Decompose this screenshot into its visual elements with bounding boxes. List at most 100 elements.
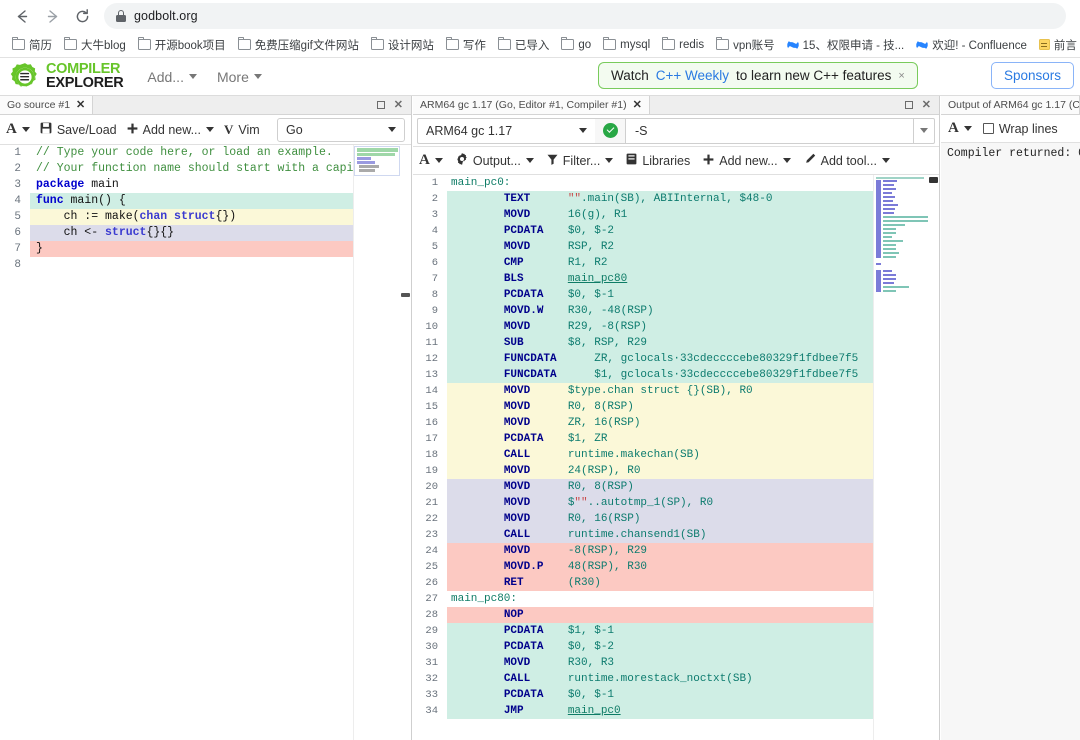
- editor-font-label: A: [6, 121, 17, 137]
- vim-toggle-button[interactable]: V Vim: [224, 122, 260, 138]
- bookmark-item[interactable]: 大牛blog: [58, 34, 132, 55]
- asm-code-line: 2 TEXT "" .main(SB), ABIInternal, $48-0: [413, 191, 939, 207]
- asm-mnemonic: MOVD: [503, 385, 531, 397]
- promo-banner[interactable]: Watch C++ Weekly to learn new C++ featur…: [598, 62, 918, 89]
- compiler-options-dropdown[interactable]: [913, 117, 935, 144]
- checkbox-icon: [982, 123, 994, 134]
- bookmark-item[interactable]: 免费压缩gif文件网站: [232, 34, 365, 55]
- bookmark-label: go: [578, 38, 592, 51]
- compiler-explorer-logo[interactable]: COMPILER EXPLORER: [10, 62, 124, 92]
- bookmark-item[interactable]: 简历: [6, 34, 58, 55]
- bookmark-item[interactable]: 开源book项目: [132, 34, 232, 55]
- gear-logo-icon: [10, 62, 37, 87]
- editor-font-button[interactable]: A: [6, 121, 30, 138]
- back-arrow-icon[interactable]: [8, 2, 36, 30]
- asm-code-line: 10 MOVD R29, -8(RSP): [413, 319, 939, 335]
- reload-icon[interactable]: [68, 2, 96, 30]
- maximize-icon[interactable]: [904, 101, 913, 109]
- asm-mnemonic: MOVD: [503, 545, 531, 557]
- asm-indent: [451, 335, 504, 351]
- bookmark-item[interactable]: 已导入: [492, 34, 556, 55]
- line-number: 18: [425, 449, 438, 461]
- check-circle-icon: [602, 123, 618, 138]
- save-load-button[interactable]: Save/Load: [40, 122, 117, 137]
- libraries-button[interactable]: Libraries: [626, 153, 690, 168]
- asm-code-line: 34 JMP main_pc0: [413, 703, 939, 719]
- asm-token: R29, -8(RSP): [567, 321, 648, 333]
- close-icon[interactable]: ✕: [633, 99, 642, 111]
- asm-indent: [451, 207, 504, 223]
- bookmark-item[interactable]: 写作: [440, 34, 492, 55]
- bookmark-item[interactable]: 15、权限申请 - 技...: [781, 34, 911, 55]
- line-number: 4: [14, 195, 21, 207]
- promo-banner-link[interactable]: C++ Weekly: [656, 68, 729, 83]
- asm-indent: [451, 703, 504, 719]
- forward-arrow-icon[interactable]: [38, 2, 66, 30]
- line-number: 4: [431, 225, 438, 237]
- asm-indent: [451, 511, 504, 527]
- output-button[interactable]: Output...: [456, 153, 534, 168]
- asm-font-button[interactable]: A: [419, 152, 443, 169]
- bookmark-item[interactable]: 欢迎! - Confluence: [910, 34, 1033, 55]
- sponsors-button[interactable]: Sponsors: [990, 62, 1074, 89]
- tab-arm64-gc-117[interactable]: ARM64 gc 1.17 (Go, Editor #1, Compiler #…: [413, 96, 650, 114]
- compiler-options-input[interactable]: -S: [625, 117, 913, 144]
- close-icon[interactable]: ✕: [922, 99, 931, 111]
- close-icon[interactable]: ✕: [394, 99, 403, 111]
- asm-code-line: 6 CMP R1, R2: [413, 255, 939, 271]
- asm-indent: [451, 415, 504, 431]
- wrap-lines-checkbox[interactable]: Wrap lines: [982, 122, 1058, 136]
- chevron-down-icon: [881, 158, 890, 163]
- code-token: main() {: [63, 194, 126, 207]
- asm-indent: [451, 639, 504, 655]
- editor-add-new-button[interactable]: Add new...: [127, 122, 214, 137]
- bookmark-item[interactable]: go: [555, 34, 597, 55]
- editor-scrollbar[interactable]: [400, 145, 411, 740]
- editor-minimap[interactable]: [353, 145, 400, 740]
- asm-indent: [451, 479, 504, 495]
- bookmark-item[interactable]: mysql: [597, 34, 656, 55]
- compiler-select[interactable]: ARM64 gc 1.17: [417, 117, 595, 144]
- output-button-label: Output...: [472, 153, 521, 168]
- bookmark-item[interactable]: redis: [656, 34, 710, 55]
- asm-minimap[interactable]: [873, 175, 928, 740]
- asm-indent: [451, 319, 504, 335]
- asm-token: $1, $-1: [567, 625, 615, 637]
- asm-mnemonic: CMP: [503, 257, 524, 269]
- asm-token: R0, 8(RSP): [567, 401, 634, 413]
- save-load-label: Save/Load: [56, 122, 117, 137]
- folder-icon: [12, 37, 25, 50]
- bookmark-item[interactable]: 前言 - Docker ——...: [1033, 34, 1080, 55]
- bookmark-item[interactable]: vpn账号: [710, 34, 781, 55]
- tabbar-spacer: [93, 96, 369, 114]
- asm-token[interactable]: main_pc0: [568, 703, 621, 719]
- asm-token: $0, $-2: [567, 641, 615, 653]
- tab-go-source-1[interactable]: Go source #1 ✕: [0, 96, 94, 114]
- close-icon[interactable]: ×: [898, 70, 904, 82]
- asm-token[interactable]: main_pc80: [568, 271, 627, 287]
- asm-code-area[interactable]: 1 main_pc0: 2 TEXT "" .main(SB), ABIInternal…: [413, 175, 939, 740]
- language-select[interactable]: Go: [277, 117, 405, 142]
- tab-output[interactable]: Output of ARM64 gc 1.17 (Com: [941, 96, 1080, 114]
- source-code-area[interactable]: 1 // Type your code here, or load an exam…: [0, 145, 411, 740]
- asm-window-controls: ✕: [897, 96, 939, 114]
- nav-menu-add[interactable]: Add...: [137, 65, 207, 89]
- editor-scrollbar-thumb[interactable]: [401, 293, 410, 297]
- folder-icon: [603, 37, 617, 50]
- asm-indent: [451, 351, 504, 367]
- asm-add-new-button[interactable]: Add new...: [703, 153, 791, 168]
- asm-line-text: MOVD R0, 16(RSP): [447, 511, 939, 527]
- asm-scrollbar-thumb[interactable]: [929, 177, 938, 183]
- bookmark-item[interactable]: 设计网站: [365, 34, 440, 55]
- add-tool-button[interactable]: Add tool...: [804, 153, 890, 168]
- maximize-icon[interactable]: [376, 101, 385, 109]
- compiler-explorer-navbar: COMPILER EXPLORER Add... More: [0, 58, 1080, 96]
- address-bar[interactable]: godbolt.org: [104, 3, 1066, 29]
- output-font-button[interactable]: A: [948, 120, 972, 137]
- nav-menu-more[interactable]: More: [207, 65, 272, 89]
- asm-scrollbar[interactable]: [928, 175, 939, 740]
- browser-chrome: godbolt.org 简历 大牛blog 开源book项目 免费压缩gif文件网站 设…: [0, 0, 1080, 58]
- close-icon[interactable]: ✕: [76, 99, 85, 111]
- code-token: {}): [215, 210, 237, 223]
- filter-button[interactable]: Filter...: [547, 153, 614, 168]
